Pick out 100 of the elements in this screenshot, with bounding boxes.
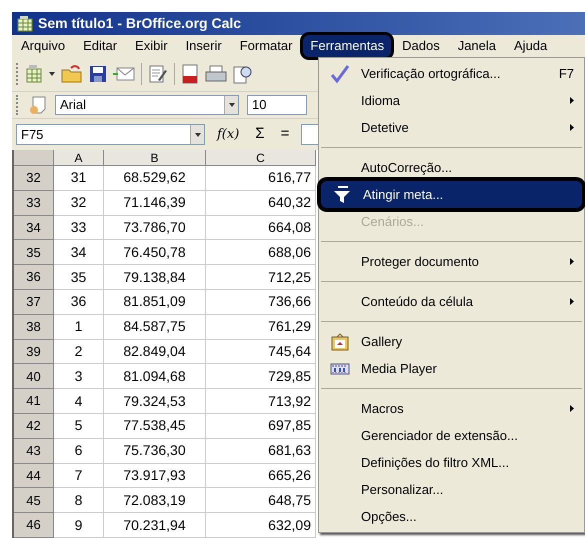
window-title: Sem título1 - BrOffice.org Calc	[38, 14, 242, 33]
table-cell: 2	[54, 340, 104, 364]
row-header[interactable]: 46	[14, 513, 54, 538]
row-header[interactable]: 38	[14, 314, 54, 340]
menu-item[interactable]: Definições do filtro XML...	[319, 449, 584, 476]
envelope-icon[interactable]	[113, 67, 135, 81]
table-cell: 32	[54, 190, 104, 216]
table-cell: 6	[54, 438, 104, 464]
menu-label: Conteúdo da célula	[361, 292, 474, 311]
column-header[interactable]: A	[54, 150, 104, 166]
new-document-icon[interactable]	[25, 64, 43, 84]
table-cell: 75.736,30	[104, 438, 206, 464]
font-name-text: Arial	[60, 96, 86, 114]
table-cell: 31	[54, 166, 104, 191]
submenu-arrow-icon	[570, 405, 574, 412]
table-cell: 4	[54, 389, 104, 414]
table-cell: 72.083,19	[104, 488, 206, 514]
table-cell: 1	[54, 314, 104, 340]
table-cell: 68.529,62	[104, 166, 206, 191]
function-button[interactable]: =	[276, 123, 294, 146]
table-cell: 76.450,78	[104, 240, 206, 266]
menu-item[interactable]: Janela	[450, 35, 504, 57]
table-cell: 84.587,75	[104, 314, 206, 340]
sum-button[interactable]: Σ	[251, 123, 269, 146]
table-cell: 70.231,94	[104, 513, 206, 538]
cell-reference: F75	[21, 126, 44, 144]
row-header[interactable]: 35	[14, 240, 54, 266]
row-header[interactable]: 32	[14, 166, 54, 191]
table-cell: 73.917,93	[104, 464, 206, 488]
row-header[interactable]: 34	[14, 216, 54, 240]
menu-label: Personalizar...	[361, 480, 444, 499]
row-header[interactable]: 42	[14, 414, 54, 439]
menu-item[interactable]: Exibir	[128, 35, 175, 57]
menu-item[interactable]: Macros	[319, 395, 584, 422]
menu-item[interactable]: Gerenciador de extensão...	[319, 422, 584, 449]
folder-icon[interactable]	[61, 65, 83, 83]
table-cell: 664,08	[206, 216, 316, 240]
spreadsheet-icon	[16, 14, 34, 32]
menu-label: Cenários...	[361, 212, 425, 231]
toolbar-grip[interactable]	[16, 95, 19, 115]
menu-item[interactable]: Atingir meta...	[321, 181, 582, 208]
menu-item[interactable]: Detetive	[319, 114, 584, 141]
page-preview-icon[interactable]	[233, 64, 253, 84]
menu-item[interactable]: Ferramentas	[303, 35, 392, 57]
table-cell: 71.146,39	[104, 190, 206, 216]
table-cell: 761,29	[206, 314, 316, 340]
menu-item[interactable]: Inserir	[178, 35, 229, 57]
row-header[interactable]: 40	[14, 364, 54, 390]
table-cell: 36	[54, 290, 104, 315]
table-cell: 3	[54, 364, 104, 390]
menu-item[interactable]: Proteger documento	[319, 248, 584, 275]
menu-label: AutoCorreção...	[361, 158, 454, 177]
menu-item[interactable]: Opções...	[319, 503, 584, 530]
font-size-field[interactable]: 10	[247, 95, 307, 115]
row-header[interactable]: 39	[14, 340, 54, 364]
table-cell: 81.851,09	[104, 290, 206, 315]
menu-item[interactable]: Dados	[395, 35, 447, 57]
toolbar-grip[interactable]	[16, 63, 19, 85]
table-cell: 713,92	[206, 389, 316, 414]
row-header[interactable]: 43	[14, 438, 54, 464]
table-cell: 7	[54, 464, 104, 488]
table-cell: 79.324,53	[104, 389, 206, 414]
printer-icon[interactable]	[205, 65, 227, 83]
name-box[interactable]: F75	[16, 124, 205, 145]
menu-label: Gerenciador de extensão...	[361, 426, 519, 445]
table-cell: 745,64	[206, 340, 316, 364]
table-cell: 8	[54, 488, 104, 514]
menu-item[interactable]: Gallery	[319, 328, 584, 355]
menu-item[interactable]: Formatar	[232, 35, 300, 57]
menu-label: Gallery	[361, 332, 404, 351]
edit-document-icon[interactable]	[148, 64, 168, 84]
styles-icon[interactable]	[27, 95, 47, 115]
font-name-field[interactable]: Arial	[55, 95, 239, 115]
row-header[interactable]: 36	[14, 265, 54, 290]
pdf-icon[interactable]	[181, 64, 199, 84]
menu-item[interactable]: Conteúdo da célula	[319, 288, 584, 315]
column-header[interactable]: B	[104, 150, 206, 166]
menu-item[interactable]: Editar	[76, 35, 124, 57]
submenu-arrow-icon	[570, 124, 574, 131]
caret-icon[interactable]	[228, 103, 234, 107]
row-header[interactable]: 33	[14, 190, 54, 216]
submenu-arrow-icon	[570, 258, 574, 265]
menu-item[interactable]: Personalizar...	[319, 476, 584, 503]
menu-item[interactable]: Ajuda	[507, 35, 554, 57]
menu-item[interactable]: Media Player	[319, 355, 584, 382]
row-header[interactable]: 37	[14, 290, 54, 315]
caret-icon[interactable]	[194, 132, 200, 136]
menu-item[interactable]: AutoCorreção...	[319, 154, 584, 181]
table-cell: 34	[54, 240, 104, 266]
row-header[interactable]: 44	[14, 464, 54, 488]
row-header[interactable]: 41	[14, 389, 54, 414]
menu-item[interactable]: Idioma	[319, 87, 584, 114]
table-cell: 729,85	[206, 364, 316, 390]
function-wizard-button[interactable]: f(x)	[213, 124, 244, 144]
column-header[interactable]: C	[206, 150, 316, 166]
row-header[interactable]: 45	[14, 488, 54, 514]
save-icon[interactable]	[89, 65, 107, 83]
menu-item[interactable]: Arquivo	[14, 35, 72, 57]
table-cell: 665,26	[206, 464, 316, 488]
caret-icon[interactable]	[49, 72, 55, 76]
